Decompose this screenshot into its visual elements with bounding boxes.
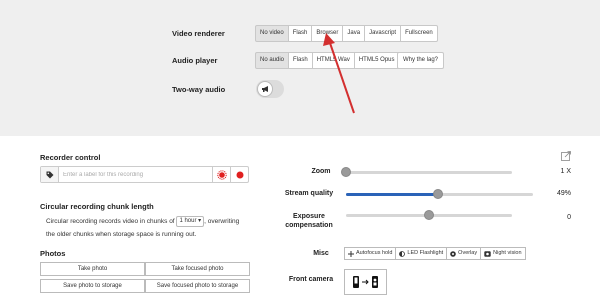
misc-button-group: Autofocus hold LED Flashlight Overlay Ni… xyxy=(344,247,526,260)
zoom-slider-thumb[interactable] xyxy=(341,167,351,177)
led-flashlight-button[interactable]: LED Flashlight xyxy=(396,247,448,260)
video-renderer-label: Video renderer xyxy=(172,29,225,38)
take-photo-button[interactable]: Take photo xyxy=(40,262,145,276)
chunk-length-value: 1 hour xyxy=(179,218,197,224)
overlay-label: Overlay xyxy=(458,250,478,256)
toggle-knob xyxy=(257,81,273,97)
save-focused-photo-button[interactable]: Save focused photo to storage xyxy=(145,279,250,293)
video-option-browser[interactable]: Browser xyxy=(312,25,344,42)
record-motion-icon xyxy=(216,169,227,180)
video-option-no-video[interactable]: No video xyxy=(255,25,289,42)
photos-title: Photos xyxy=(40,249,66,258)
front-camera-button[interactable] xyxy=(344,269,387,295)
stream-quality-value: 49% xyxy=(556,190,571,197)
exposure-label: Exposure compensation xyxy=(285,213,333,229)
misc-label: Misc xyxy=(313,250,329,257)
two-way-audio-toggle[interactable] xyxy=(256,80,284,98)
night-vision-label: Night vision xyxy=(493,250,522,256)
megaphone-icon xyxy=(261,86,268,92)
dot-circle-icon xyxy=(450,250,456,257)
zoom-value: 1 X xyxy=(560,168,571,175)
stream-quality-slider[interactable] xyxy=(346,189,533,199)
zoom-slider[interactable] xyxy=(341,167,512,177)
record-icon xyxy=(236,171,243,178)
audio-option-no-audio[interactable]: No audio xyxy=(255,52,290,69)
circular-recording-title: Circular recording chunk length xyxy=(40,202,154,211)
video-option-java[interactable]: Java xyxy=(343,25,366,42)
audio-option-html5-opus[interactable]: HTML5 Opus xyxy=(354,52,400,69)
video-option-javascript[interactable]: Javascript xyxy=(365,25,402,42)
save-photo-button[interactable]: Save photo to storage xyxy=(40,279,145,293)
circular-text-before: Circular recording records video in chun… xyxy=(46,218,175,226)
autofocus-hold-button[interactable]: Autofocus hold xyxy=(344,247,397,260)
video-renderer-group: No video Flash Browser Java Javascript F… xyxy=(255,25,438,42)
stream-quality-slider-thumb[interactable] xyxy=(432,189,443,199)
overlay-button[interactable]: Overlay xyxy=(447,247,482,260)
exposure-slider[interactable] xyxy=(346,210,512,220)
two-way-audio-label: Two-way audio xyxy=(172,85,226,94)
external-link-icon[interactable] xyxy=(561,151,571,161)
exposure-slider-thumb[interactable] xyxy=(424,210,434,220)
audio-player-label: Audio player xyxy=(172,56,218,65)
circular-text-after: , overwriting xyxy=(204,218,240,226)
video-option-fullscreen[interactable]: Fullscreen xyxy=(401,25,438,42)
autofocus-hold-label: Autofocus hold xyxy=(356,250,393,256)
record-motion-button[interactable] xyxy=(212,167,230,182)
exposure-value: 0 xyxy=(567,214,571,221)
take-focused-photo-button[interactable]: Take focused photo xyxy=(145,262,250,276)
stream-quality-slider-fill xyxy=(346,193,438,196)
recorder-input-group xyxy=(40,166,249,183)
audio-player-group: No audio Flash HTML5 Wav HTML5 Opus xyxy=(255,52,400,69)
tag-button[interactable] xyxy=(41,167,59,182)
recorder-control-title: Recorder control xyxy=(40,153,101,162)
audio-option-html5-wav[interactable]: HTML5 Wav xyxy=(312,52,355,69)
stream-quality-label: Stream quality xyxy=(284,190,334,197)
why-lag-button[interactable]: Why the lag? xyxy=(397,52,445,69)
zoom-label: Zoom xyxy=(311,168,331,175)
plus-cross-icon xyxy=(348,250,354,257)
record-button[interactable] xyxy=(230,167,248,182)
half-circle-icon xyxy=(399,250,406,257)
front-camera-label: Front camera xyxy=(288,276,334,283)
tag-icon xyxy=(46,171,53,178)
video-option-flash[interactable]: Flash xyxy=(288,25,313,42)
eye-icon xyxy=(484,250,491,257)
led-flashlight-label: LED Flashlight xyxy=(407,250,444,256)
circular-recording-text-line2: the older chunks when storage space is r… xyxy=(46,231,197,238)
recording-label-input[interactable] xyxy=(59,167,212,182)
switch-camera-icon xyxy=(352,276,378,288)
circular-recording-text: Circular recording records video in chun… xyxy=(46,216,239,227)
audio-option-flash[interactable]: Flash xyxy=(289,52,313,69)
night-vision-button[interactable]: Night vision xyxy=(481,247,526,260)
chunk-length-select[interactable]: 1 hour ▾ xyxy=(176,216,205,227)
